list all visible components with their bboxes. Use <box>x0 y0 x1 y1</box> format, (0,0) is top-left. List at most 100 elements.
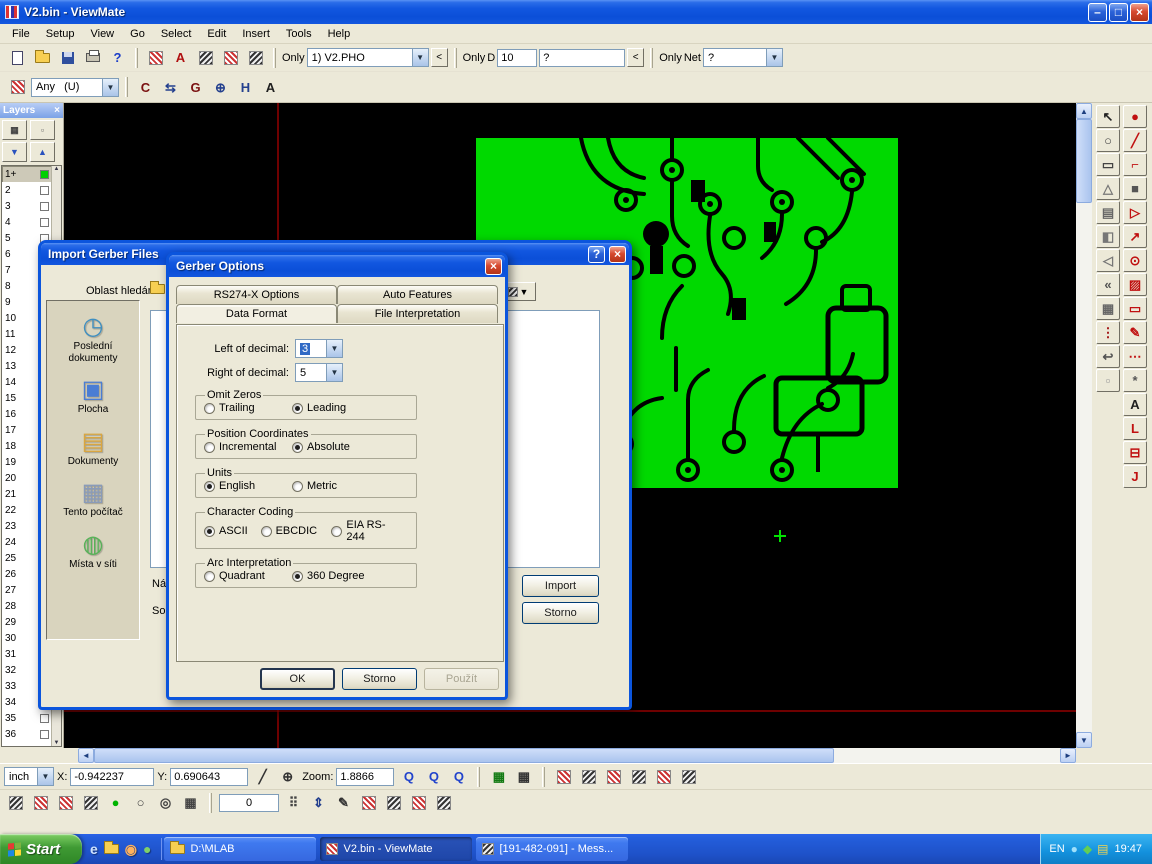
chevron-down-icon[interactable]: ▼ <box>766 49 782 66</box>
place-desktop[interactable]: ▣Plocha <box>48 378 138 416</box>
status-light-button[interactable]: ● <box>104 792 127 814</box>
place-documents[interactable]: ▤Dokumenty <box>48 430 138 468</box>
outline-tool[interactable]: ▭ <box>1123 297 1147 320</box>
import-button[interactable]: Import <box>522 575 599 597</box>
chart-view-button[interactable] <box>244 47 267 69</box>
l-shape-tool[interactable]: L <box>1123 417 1147 440</box>
layers-panel-titlebar[interactable]: Layers × <box>0 103 63 118</box>
units-combo[interactable]: inch ▼ <box>4 767 54 786</box>
zoom-window-button[interactable]: Q <box>422 766 445 788</box>
scroll-right-icon[interactable]: ► <box>1060 748 1076 763</box>
right-of-decimal-combo[interactable]: 5 ▼ <box>295 363 343 382</box>
pad-b-button[interactable] <box>382 792 405 814</box>
film-2-button[interactable] <box>577 766 600 788</box>
layers-options-button[interactable]: ▫ <box>30 120 55 140</box>
window-titlebar[interactable]: V2.bin - ViewMate – □ × <box>0 0 1152 24</box>
stack-button[interactable] <box>4 792 27 814</box>
place-network-places[interactable]: ◍Místa v síti <box>48 533 138 571</box>
radio-trailing[interactable]: Trailing <box>204 402 292 414</box>
layer-visibility-checkbox[interactable] <box>40 714 49 723</box>
pad-c-button[interactable] <box>407 792 430 814</box>
rows-tool[interactable]: ▤ <box>1096 201 1120 224</box>
close-button[interactable]: × <box>1130 3 1149 22</box>
settings-tool[interactable]: * <box>1123 369 1147 392</box>
film-1-button[interactable] <box>552 766 575 788</box>
zoom-in-button[interactable]: Q <box>397 766 420 788</box>
ok-button[interactable]: OK <box>260 668 335 690</box>
zoom-field[interactable]: 1.8866 <box>336 768 394 786</box>
blank-tool[interactable]: ▫ <box>1096 369 1120 392</box>
j-shape-tool[interactable]: J <box>1123 465 1147 488</box>
film-3-button[interactable] <box>602 766 625 788</box>
grid-on-button[interactable]: ▦ <box>487 766 510 788</box>
rotate-tool[interactable]: ↩ <box>1096 345 1120 368</box>
tab-rs274-x-options[interactable]: RS274-X Options <box>176 285 337 304</box>
internet-explorer-icon[interactable]: e <box>90 842 98 856</box>
horizontal-scrollbar[interactable]: ◄ ► <box>78 748 1076 763</box>
small-grid-button[interactable]: ▦ <box>179 792 202 814</box>
dcode-query-input[interactable]: ? <box>539 49 625 67</box>
menu-go[interactable]: Go <box>122 26 153 42</box>
measure-text-button[interactable]: A <box>169 47 192 69</box>
scroll-down-icon[interactable]: ▼ <box>1076 732 1092 748</box>
notes-tray-icon[interactable]: ▤ <box>1097 842 1108 856</box>
radio-english[interactable]: English <box>204 480 292 492</box>
grid-style-button[interactable]: ▦ <box>512 766 535 788</box>
clock[interactable]: 19:47 <box>1114 843 1142 855</box>
pad-tool[interactable]: ● <box>1123 105 1147 128</box>
vertical-scrollbar[interactable]: ▲ ▼ <box>1076 103 1092 748</box>
film-5-button[interactable] <box>652 766 675 788</box>
menu-select[interactable]: Select <box>153 26 200 42</box>
print-button[interactable] <box>81 47 104 69</box>
close-button[interactable]: × <box>485 258 502 275</box>
prev-layer-button[interactable]: < <box>431 48 448 67</box>
layers-table-button[interactable]: ▦ <box>2 120 27 140</box>
grid-view-tool[interactable]: ▦ <box>1096 297 1120 320</box>
highlight-tool[interactable]: H <box>234 76 257 98</box>
left-of-decimal-combo[interactable]: 3 ▼ <box>295 339 343 358</box>
radio-quadrant[interactable]: Quadrant <box>204 570 292 582</box>
select-pattern-button[interactable] <box>144 47 167 69</box>
film-6-button[interactable] <box>677 766 700 788</box>
select-rect-tool[interactable]: ▭ <box>1096 153 1120 176</box>
media-player-icon[interactable]: ◉ <box>125 842 137 856</box>
place-my-computer[interactable]: ▦Tento počítač <box>48 481 138 519</box>
radio-ebcdic[interactable]: EBCDIC <box>261 525 320 537</box>
chevron-down-icon[interactable]: ▼ <box>37 768 53 785</box>
chevron-down-icon[interactable]: ▼ <box>326 364 342 381</box>
hatch-tool[interactable]: ▨ <box>1123 273 1147 296</box>
radio-360-degree[interactable]: 360 Degree <box>292 570 380 582</box>
sketch-button[interactable]: ✎ <box>332 792 355 814</box>
scroll-left-icon[interactable]: ◄ <box>78 748 94 763</box>
target-tool[interactable]: ⊙ <box>1123 249 1147 272</box>
pad-a-button[interactable] <box>357 792 380 814</box>
browser-icon[interactable]: ● <box>143 842 151 856</box>
layer-fil-combo[interactable]: 1) V2.PHO ▼ <box>307 48 429 67</box>
explorer-folder-icon[interactable] <box>104 844 119 854</box>
anchor-button[interactable]: ⇕ <box>307 792 330 814</box>
layer-visibility-checkbox[interactable] <box>40 218 49 227</box>
y-coordinate-field[interactable]: 0.690643 <box>170 768 248 786</box>
tab-auto-features[interactable]: Auto Features <box>337 285 498 304</box>
close-icon[interactable]: × <box>54 106 60 116</box>
select-circle-tool[interactable]: ○ <box>1096 129 1120 152</box>
chevron-down-icon[interactable]: ▼ <box>412 49 428 66</box>
cancel-button[interactable]: Storno <box>342 668 417 690</box>
text-a-tool[interactable]: A <box>1123 393 1147 416</box>
selection-type-combo[interactable]: Any (U) ▼ <box>31 78 119 97</box>
save-button[interactable] <box>56 47 79 69</box>
center-tool[interactable]: ⊕ <box>209 76 232 98</box>
draw-tool[interactable]: ✎ <box>1123 321 1147 344</box>
gerber-dialog-titlebar[interactable]: Gerber Options × <box>169 255 505 277</box>
layer-down-button[interactable]: ▼ <box>2 142 27 162</box>
chevron-down-icon[interactable]: ▼ <box>326 340 342 357</box>
layers-film-button[interactable] <box>29 792 52 814</box>
probe-on-button[interactable]: ◎ <box>154 792 177 814</box>
menu-insert[interactable]: Insert <box>234 26 278 42</box>
radio-leading[interactable]: Leading <box>292 402 380 414</box>
taskbar-task-d-mlab[interactable]: D:\MLAB <box>164 837 316 861</box>
component-tool[interactable]: C <box>134 76 157 98</box>
zoom-all-button[interactable]: Q <box>447 766 470 788</box>
vertical-scroll-thumb[interactable] <box>1076 119 1092 203</box>
positive-button[interactable] <box>79 792 102 814</box>
